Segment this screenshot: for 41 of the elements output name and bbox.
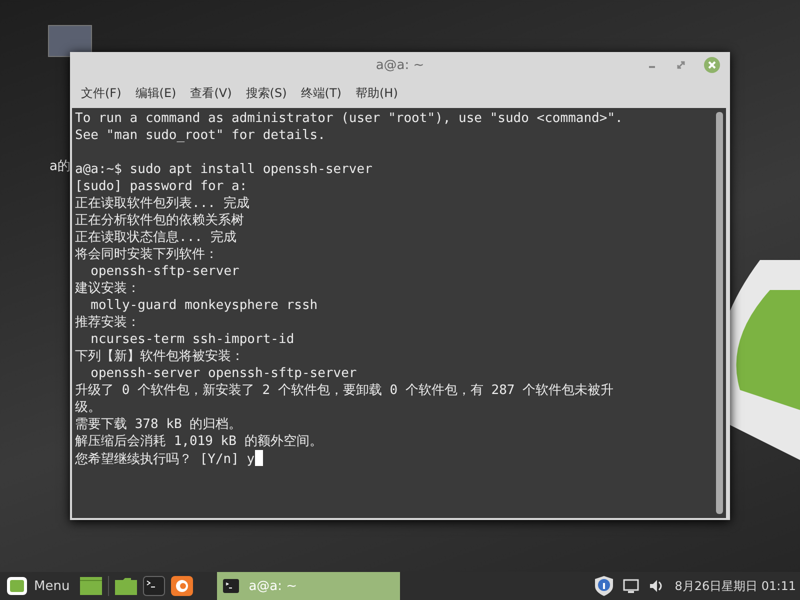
logo-icon[interactable] xyxy=(6,576,28,596)
terminal-line: a@a:~$ sudo apt install openssh-server xyxy=(75,161,372,178)
terminal-line: 升级了 0 个软件包，新安装了 2 个软件包，要卸载 0 个软件包，有 287 个软件包未被升 xyxy=(75,382,614,399)
terminal-icon[interactable] xyxy=(142,576,165,596)
terminal-line: 推荐安装： xyxy=(75,314,140,331)
terminal-line: openssh-server openssh-sftp-server xyxy=(90,365,357,382)
terminal-line: See "man sudo_root" for details. xyxy=(75,127,326,144)
terminal-line: 正在分析软件包的依赖关系树 xyxy=(75,212,244,229)
folder-icon[interactable] xyxy=(114,577,137,595)
terminal-line: 需要下载 378 kB 的归档。 xyxy=(75,416,242,433)
window-title: a@a: ~ xyxy=(376,58,424,73)
terminal-line: To run a command as administrator (user "root"), use "sudo <command>". xyxy=(75,110,623,127)
terminal-line: 级。 xyxy=(75,399,101,416)
monitor-icon[interactable] xyxy=(622,579,639,593)
desktop-icon[interactable] xyxy=(80,577,102,595)
menu-item[interactable]: 文件(F) xyxy=(81,85,122,102)
terminal-line: 正在读取状态信息... 完成 xyxy=(75,229,236,246)
terminal-icon xyxy=(222,579,239,593)
volume-icon[interactable] xyxy=(648,579,665,593)
browser-icon[interactable] xyxy=(170,576,193,596)
menu-item[interactable]: 终端(T) xyxy=(300,85,342,102)
menu-item[interactable]: 编辑(E) xyxy=(135,85,176,102)
menu-item[interactable]: 查看(V) xyxy=(190,85,232,102)
terminal-line: 下列【新】软件包将被安装： xyxy=(75,348,244,365)
terminal-line: 建议安装： xyxy=(75,280,140,297)
terminal-line: 您希望继续执行吗？ [Y/n] y xyxy=(75,450,263,468)
clock[interactable]: 8月26日星期日 01:11 xyxy=(674,578,796,594)
terminal-line: 正在读取软件包列表... 完成 xyxy=(75,195,250,212)
terminal-line: ncurses-term ssh-import-id xyxy=(90,331,294,348)
menu-button[interactable]: Menu xyxy=(34,578,70,594)
menu-item[interactable]: 搜索(S) xyxy=(246,85,287,102)
terminal-line: 解压缩后会消耗 1,019 kB 的额外空间。 xyxy=(75,433,322,450)
scrollbar[interactable] xyxy=(716,112,723,514)
desktop-icon-label[interactable]: a的 xyxy=(50,157,70,175)
folder-icon[interactable] xyxy=(48,25,92,57)
terminal-line: 将会同时安装下列软件： xyxy=(75,246,218,263)
terminal-line: molly-guard monkeysphere rssh xyxy=(90,297,318,314)
terminal-line: openssh-sftp-server xyxy=(90,263,240,280)
shield-icon[interactable] xyxy=(594,576,613,596)
menu-item[interactable]: 帮助(H) xyxy=(355,85,398,102)
terminal-line: [sudo] password for a: xyxy=(75,178,248,195)
